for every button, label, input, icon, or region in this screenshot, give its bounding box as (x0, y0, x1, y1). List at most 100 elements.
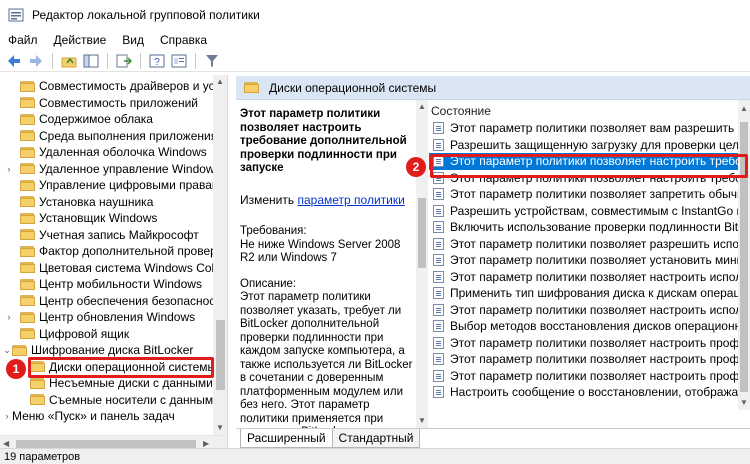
tree-item-label: Установка наушника (39, 194, 154, 209)
tree-item[interactable]: Управление цифровыми правами W (0, 177, 214, 194)
policy-row[interactable]: Разрешить защищенную загрузку для провер… (429, 137, 739, 154)
policy-row[interactable]: Этот параметр политики позволяет запрети… (429, 186, 739, 203)
tree-item[interactable]: Цветовая система Windows Color S (0, 260, 214, 277)
back-icon[interactable] (4, 52, 24, 70)
scroll-down-icon[interactable]: ▼ (418, 416, 426, 425)
policy-row[interactable]: Этот параметр политики позволяет настрои… (429, 302, 739, 319)
tree-item[interactable]: Съемные носители с данными (0, 392, 214, 409)
tree-item-label: Совместимость драйверов и устро (39, 79, 214, 94)
policy-row[interactable]: Выбор методов восстановления дисков опер… (429, 318, 739, 335)
policy-row[interactable]: Включить использование проверки подлинно… (429, 219, 739, 236)
tree-item[interactable]: › Меню «Пуск» и панель задач (0, 408, 214, 425)
folder-icon (20, 146, 35, 158)
requirements-label: Требования: (240, 225, 307, 237)
help-icon[interactable]: ? (147, 52, 167, 70)
column-header-state[interactable]: Состояние (431, 104, 491, 118)
tree-item[interactable]: Центр мобильности Windows (0, 276, 214, 293)
tree-item[interactable]: › Удаленное управление Windows (0, 161, 215, 178)
scroll-left-icon[interactable]: ◀ (3, 439, 9, 448)
policy-setting-icon (433, 270, 444, 283)
tree-item[interactable]: Центр обеспечения безопасности (0, 293, 214, 310)
tree-item[interactable]: Установка наушника (0, 194, 214, 211)
folder-icon (20, 212, 35, 224)
chevron-right-icon[interactable]: › (2, 411, 12, 421)
policy-row-label: Выбор методов восстановления дисков опер… (450, 319, 739, 334)
scroll-up-icon[interactable]: ▲ (740, 104, 748, 113)
policy-row[interactable]: Этот параметр политики позволяет настрои… (429, 335, 739, 352)
folder-icon (12, 344, 27, 356)
tree-item[interactable]: Среда выполнения приложения (0, 128, 214, 145)
folder-icon (20, 229, 35, 241)
scroll-right-icon[interactable]: ▶ (203, 439, 209, 448)
policy-row-label: Этот параметр политики позволяет установ… (450, 253, 739, 268)
scrollbar-thumb[interactable] (16, 440, 196, 448)
folder-icon (20, 163, 35, 175)
policy-row[interactable]: Этот параметр политики позволяет разреши… (429, 236, 739, 253)
tree-item[interactable]: Содержимое облака (0, 111, 214, 128)
chevron-down-icon[interactable]: ⌄ (2, 345, 12, 356)
chevron-right-icon[interactable]: › (4, 164, 14, 174)
pane-header: Диски операционной системы (236, 76, 750, 100)
policy-row[interactable]: Этот параметр политики позволяет вам раз… (429, 120, 739, 137)
export-list-icon[interactable] (114, 52, 134, 70)
tree-item[interactable]: › Центр обновления Windows (0, 309, 214, 326)
policy-row[interactable]: Применить тип шифрования диска к дискам … (429, 285, 739, 302)
menu-view[interactable]: Вид (114, 33, 152, 47)
tree-item[interactable]: Учетная запись Майкрософт (0, 227, 214, 244)
policy-row[interactable]: Этот параметр политики позволяет настрои… (429, 368, 739, 385)
policy-row-label: Включить использование проверки подлинно… (450, 220, 739, 235)
policy-row[interactable]: Настроить сообщение о восстановлении, от… (429, 384, 739, 401)
tree-scrollbar[interactable]: ▲ ▼ (213, 75, 227, 435)
toolbar-separator (107, 52, 108, 69)
policy-setting-icon (433, 386, 444, 399)
show-hide-tree-icon[interactable] (81, 52, 101, 70)
menu-bar: Файл Действие Вид Справка (0, 30, 750, 50)
filter-icon[interactable] (202, 52, 222, 70)
policy-row[interactable]: Этот параметр политики позволяет настрои… (429, 269, 739, 286)
scroll-up-icon[interactable]: ▲ (216, 77, 224, 86)
properties-icon[interactable] (169, 52, 189, 70)
tree-item[interactable]: Удаленная оболочка Windows (0, 144, 214, 161)
policy-row-label: Этот параметр политики позволяет вам раз… (450, 121, 739, 136)
group-policy-app-icon (8, 8, 24, 22)
forward-icon[interactable] (26, 52, 46, 70)
tree-item[interactable]: Цифровой ящик (0, 326, 214, 343)
folder-icon (30, 394, 45, 406)
menu-action[interactable]: Действие (46, 33, 115, 47)
toolbar-separator (140, 52, 141, 69)
scrollbar-thumb[interactable] (216, 320, 225, 390)
description-pane: Этот параметр политики позволяет настрои… (236, 100, 416, 428)
description-scrollbar[interactable]: ▲ ▼ (416, 100, 428, 428)
annotation-badge-1: 1 (6, 359, 26, 379)
folder-icon (20, 130, 35, 142)
policy-row-label: Этот параметр политики позволяет настрои… (450, 352, 739, 367)
policy-setting-icon (433, 320, 444, 333)
tree-item-label: Цветовая система Windows Color S (39, 260, 214, 275)
tab-standard[interactable]: Стандартный (331, 429, 421, 448)
policy-row[interactable]: Этот параметр политики позволяет настрои… (429, 351, 739, 368)
title-bar: Редактор локальной групповой политики (0, 0, 750, 30)
scroll-down-icon[interactable]: ▼ (216, 423, 224, 432)
edit-policy-link[interactable]: параметр политики (297, 193, 404, 207)
scroll-up-icon[interactable]: ▲ (418, 102, 426, 111)
up-folder-icon[interactable] (59, 52, 79, 70)
policy-setting-icon (433, 221, 444, 234)
policy-row-label: Применить тип шифрования диска к дискам … (450, 286, 739, 301)
tree-item-label: Учетная запись Майкрософт (39, 227, 199, 242)
menu-help[interactable]: Справка (152, 33, 215, 47)
tree-item[interactable]: Фактор дополнительной проверки (0, 243, 214, 260)
status-bar: 19 параметров (0, 448, 750, 464)
list-scrollbar[interactable]: ▲ ▼ (738, 100, 750, 410)
policy-row[interactable]: Этот параметр политики позволяет установ… (429, 252, 739, 269)
chevron-right-icon[interactable]: › (4, 312, 14, 322)
scroll-down-icon[interactable]: ▼ (740, 398, 748, 407)
tab-extended[interactable]: Расширенный (240, 429, 333, 448)
tree-item[interactable]: Установщик Windows (0, 210, 214, 227)
tree-item[interactable]: Совместимость драйверов и устро (0, 78, 214, 95)
tree-item[interactable]: Совместимость приложений (0, 95, 214, 112)
policy-row[interactable]: Разрешить устройствам, совместимым с Ins… (429, 203, 739, 220)
policy-heading: Этот параметр политики позволяет настрои… (240, 108, 407, 174)
tree-item-label: Фактор дополнительной проверки (39, 244, 214, 259)
menu-file[interactable]: Файл (0, 33, 46, 47)
scrollbar-thumb[interactable] (418, 198, 426, 268)
